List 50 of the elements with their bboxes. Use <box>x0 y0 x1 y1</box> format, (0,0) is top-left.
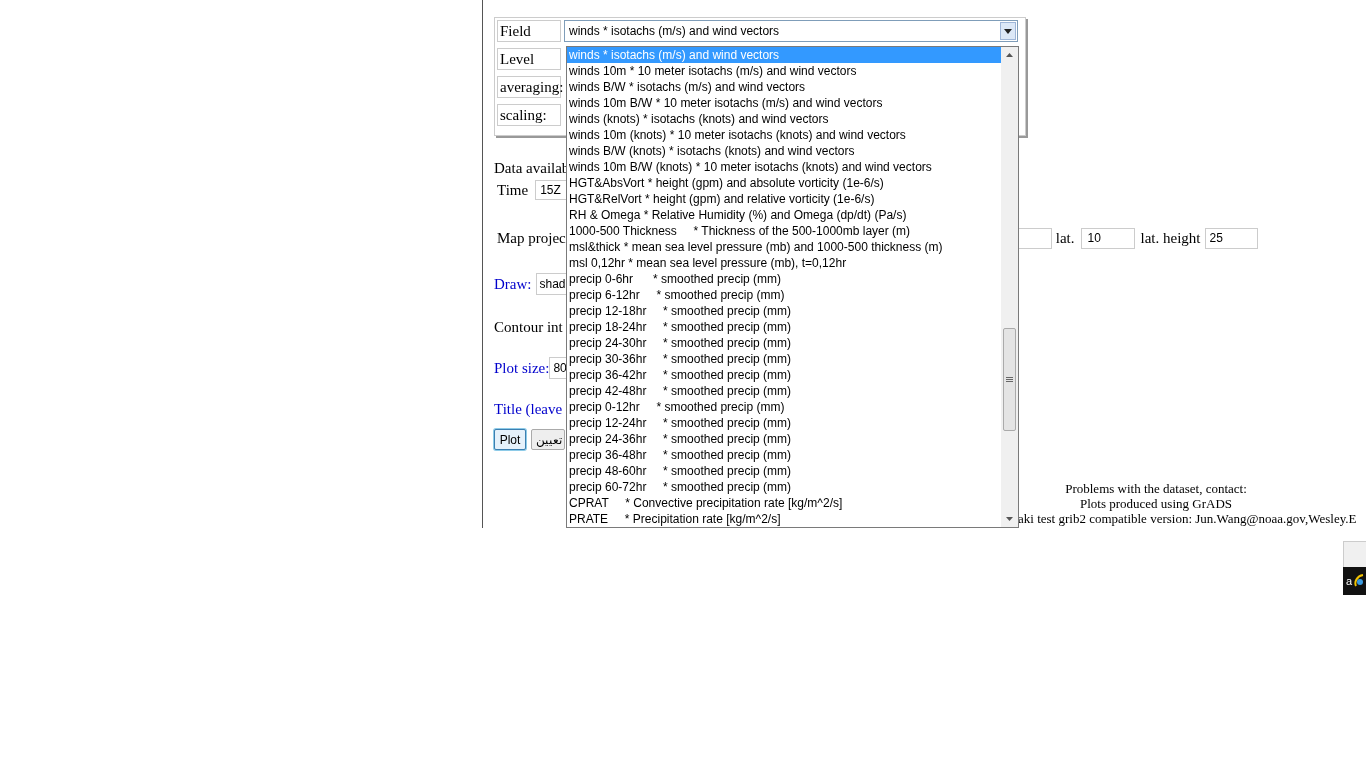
scroll-up-icon[interactable] <box>1006 53 1013 57</box>
dropdown-option[interactable]: precip 60-72hr * smoothed precip (mm) <box>567 479 1001 495</box>
dropdown-option[interactable]: precip 24-36hr * smoothed precip (mm) <box>567 431 1001 447</box>
dropdown-option[interactable]: winds B/W * isotachs (m/s) and wind vectors <box>567 79 1001 95</box>
field-label: averaging: <box>497 76 561 98</box>
dropdown-option[interactable]: PRATE * Precipitation rate [kg/m^2/s] <box>567 511 1001 527</box>
plot-size-label: Plot size: <box>494 358 550 378</box>
field-label: Field <box>497 20 561 42</box>
dropdown-option[interactable]: 1000-500 Thickness * Thickness of the 500-1000mb layer (m) <box>567 223 1001 239</box>
dropdown-option[interactable]: precip 12-18hr * smoothed precip (mm) <box>567 303 1001 319</box>
dropdown-option[interactable]: precip 0-12hr * smoothed precip (mm) <box>567 399 1001 415</box>
dropdown-option[interactable]: msl 0,12hr * mean sea level pressure (mb), t=0,12hr <box>567 255 1001 271</box>
dropdown-option[interactable]: winds 10m B/W * 10 meter isotachs (m/s) and wind vectors <box>567 95 1001 111</box>
dropdown-option[interactable]: RH & Omega * Relative Humidity (%) and Omega (dp/dt) (Pa/s) <box>567 207 1001 223</box>
tab-fragment <box>1343 541 1366 567</box>
field-select[interactable]: winds * isotachs (m/s) and wind vectors <box>564 20 1018 42</box>
dropdown-option[interactable]: precip 18-24hr * smoothed precip (mm) <box>567 319 1001 335</box>
contour-interval-label: Contour int <box>494 318 563 337</box>
dropdown-option[interactable]: CPRAT * Convective precipitation rate [kg/m^2/s] <box>567 495 1001 511</box>
taskbar-text: a <box>1346 573 1353 589</box>
dropdown-option[interactable]: precip 12-24hr * smoothed precip (mm) <box>567 415 1001 431</box>
reset-button[interactable]: تعيين <box>531 429 565 450</box>
dropdown-option[interactable]: winds 10m (knots) * 10 meter isotachs (knots) and wind vectors <box>567 127 1001 143</box>
dropdown-option[interactable]: winds B/W (knots) * isotachs (knots) and wind vectors <box>567 143 1001 159</box>
lat-height-field[interactable]: 25 <box>1205 227 1259 249</box>
map-projection-label: Map projec <box>497 228 566 248</box>
footer-text: Problems with the dataset, contact: <box>1064 481 1248 496</box>
dropdown-option[interactable]: precip 36-48hr * smoothed precip (mm) <box>567 447 1001 463</box>
dropdown-option[interactable]: winds 10m B/W (knots) * 10 meter isotachs (knots) and wind vectors <box>567 159 1001 175</box>
title-label: Title (leave <box>494 400 563 419</box>
field-label: Level <box>497 48 561 70</box>
plot-button[interactable]: Plot <box>494 429 526 450</box>
draw-label: Draw: <box>494 274 532 294</box>
scroll-thumb[interactable] <box>1003 328 1016 431</box>
dropdown-option[interactable]: precip 24-30hr * smoothed precip (mm) <box>567 335 1001 351</box>
dropdown-option[interactable]: winds (knots) * isotachs (knots) and wind vectors <box>567 111 1001 127</box>
lat-label: lat. <box>1055 228 1075 248</box>
lat-field[interactable]: 10 <box>1081 227 1136 249</box>
scroll-down-icon[interactable] <box>1006 517 1013 521</box>
lat-height-label: lat. height <box>1140 228 1201 248</box>
footer-text: Plots produced using GrADS <box>1079 496 1233 511</box>
footer-text: aki test grib2 compatible version: Jun.Wang@noaa.gov,Wesley.E <box>1018 511 1357 526</box>
dropdown-option[interactable]: winds 10m * 10 meter isotachs (m/s) and wind vectors <box>567 63 1001 79</box>
dropdown-option[interactable]: precip 48-60hr * smoothed precip (mm) <box>567 463 1001 479</box>
scrollbar[interactable] <box>1001 47 1018 527</box>
time-label: Time <box>497 180 529 200</box>
field-label: scaling: <box>497 104 561 126</box>
browser-icon[interactable] <box>1354 574 1365 588</box>
dropdown-option[interactable]: precip 42-48hr * smoothed precip (mm) <box>567 383 1001 399</box>
dropdown-option[interactable]: msl&thick * mean sea level pressure (mb) and 1000-500 thickness (m) <box>567 239 1001 255</box>
